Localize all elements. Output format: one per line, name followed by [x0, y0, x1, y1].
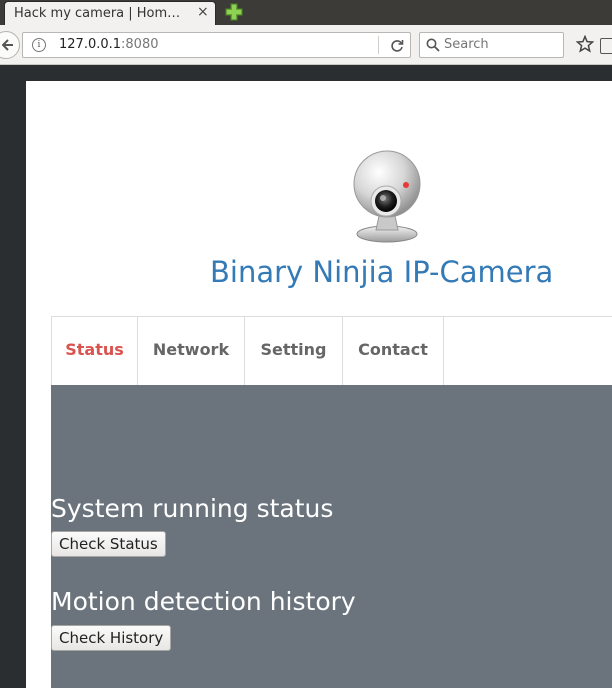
browser-tab[interactable]: Hack my camera | Hom… × [4, 1, 216, 25]
check-status-button[interactable]: Check Status [51, 531, 166, 557]
new-tab-icon[interactable] [224, 2, 244, 22]
tab-status[interactable]: Status [52, 317, 138, 385]
status-panel: System running status Check Status Motio… [51, 385, 612, 688]
browser-toolbar: i 127.0.0.1:8080 Search [0, 25, 612, 65]
tab-setting[interactable]: Setting [245, 317, 343, 385]
webcam-logo-icon [353, 150, 421, 243]
search-placeholder: Search [444, 37, 489, 52]
reload-icon[interactable] [389, 38, 405, 54]
back-button[interactable] [0, 31, 20, 59]
browser-tab-strip: Hack my camera | Hom… × [0, 0, 612, 25]
bookmark-star-icon[interactable] [576, 35, 594, 53]
section-title-motion-history: Motion detection history [51, 587, 356, 616]
tab-title: Hack my camera | Hom… [14, 6, 181, 21]
tab-close-icon[interactable]: × [197, 4, 209, 20]
web-page: Binary Ninjia IP-Camera Status Network S… [26, 81, 612, 688]
search-bar[interactable]: Search [419, 32, 564, 58]
check-history-button[interactable]: Check History [51, 625, 172, 651]
url-bar[interactable]: i 127.0.0.1:8080 [22, 32, 411, 58]
url-text: 127.0.0.1:8080 [59, 37, 159, 52]
main-nav: Status Network Setting Contact [51, 316, 612, 385]
url-separator [378, 36, 379, 54]
section-title-system-status: System running status [51, 494, 334, 523]
site-info-icon[interactable]: i [32, 38, 46, 52]
url-port: :8080 [121, 37, 159, 52]
back-arrow-icon [2, 39, 13, 51]
site-title: Binary Ninjia IP-Camera [210, 255, 554, 289]
search-icon [426, 38, 440, 52]
clipboard-icon[interactable] [600, 38, 612, 54]
tab-contact[interactable]: Contact [343, 317, 444, 385]
url-host: 127.0.0.1 [59, 37, 122, 52]
tab-network[interactable]: Network [138, 317, 245, 385]
